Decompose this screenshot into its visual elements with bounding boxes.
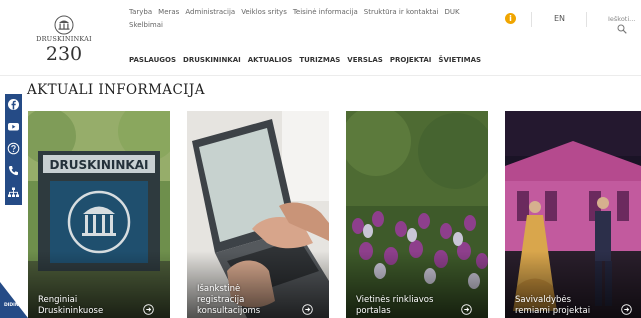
corner-label[interactable]: DIDINTI	[4, 303, 23, 308]
toplink-administracija[interactable]: Administracija	[185, 8, 235, 16]
nav-aktualios[interactable]: AKTUALIOS	[248, 56, 293, 64]
card-events-image: DRUSKININKAI	[28, 111, 170, 318]
toplink-veiklos-sritys[interactable]: Veiklos sritys	[241, 8, 287, 16]
card-registration[interactable]: Išankstinė registracija konsultacijoms	[187, 111, 329, 318]
section-title: AKTUALI INFORMACIJA	[27, 82, 205, 98]
card-local-fee-image	[346, 111, 488, 318]
nav-projektai[interactable]: PROJEKTAI	[390, 56, 432, 64]
toplink-teisine-informacija[interactable]: Teisinė informacija	[293, 8, 358, 16]
nav-druskininkai[interactable]: DRUSKININKAI	[183, 56, 241, 64]
card-local-fee[interactable]: Vietinės rinkliavos portalas	[346, 111, 488, 318]
language-switch[interactable]: EN	[554, 14, 565, 23]
phone-icon[interactable]	[7, 164, 20, 177]
question-icon[interactable]	[7, 142, 20, 155]
nav-svietimas[interactable]: ŠVIETIMAS	[438, 56, 481, 64]
search-icon[interactable]	[617, 24, 627, 34]
info-icon[interactable]: i	[505, 13, 516, 24]
site-logo[interactable]: DRUSKININKAI 230	[30, 12, 98, 67]
toplink-taryba[interactable]: Taryba	[129, 8, 152, 16]
card-title: Savivaldybės remiami projektai	[515, 295, 591, 316]
arrow-right-circle-icon[interactable]	[621, 304, 632, 315]
svg-text:DRUSKININKAI: DRUSKININKAI	[50, 158, 149, 172]
social-sidebar	[5, 94, 22, 205]
top-links: Taryba Meras Administracija Veiklos sritys T…	[129, 6, 474, 32]
nav-turizmas[interactable]: TURIZMAS	[299, 56, 340, 64]
nav-verslas[interactable]: VERSLAS	[347, 56, 383, 64]
toplink-duk[interactable]: DUK	[445, 8, 460, 16]
search-label[interactable]: Ieškoti...	[608, 15, 635, 23]
toplink-meras[interactable]: Meras	[158, 8, 179, 16]
page: DRUSKININKAI 230 Taryba Meras Administraci…	[0, 0, 641, 318]
card-projects-image	[505, 111, 641, 318]
toplink-skelbimai[interactable]: Skelbimai	[129, 21, 163, 29]
card-events[interactable]: DRUSKININKAI Renginiai Druskininkuose	[28, 111, 170, 318]
sitemap-icon[interactable]	[7, 186, 20, 199]
card-title: Išankstinė registracija konsultacijoms	[197, 284, 261, 316]
header-divider	[531, 12, 532, 27]
toplink-struktura[interactable]: Struktūra ir kontaktai	[364, 8, 439, 16]
logo-number: 230	[45, 43, 83, 65]
facebook-icon[interactable]	[7, 98, 20, 111]
arrow-right-circle-icon[interactable]	[461, 304, 472, 315]
nav-paslaugos[interactable]: PASLAUGOS	[129, 56, 176, 64]
pavilion-logo-icon	[54, 15, 74, 35]
header-divider	[586, 12, 587, 27]
accessibility-corner-icon[interactable]	[0, 282, 28, 318]
arrow-right-circle-icon[interactable]	[302, 304, 313, 315]
card-title: Vietinės rinkliavos portalas	[356, 295, 434, 316]
arrow-right-circle-icon[interactable]	[143, 304, 154, 315]
nav-divider	[0, 75, 641, 76]
youtube-icon[interactable]	[7, 120, 20, 133]
main-nav: PASLAUGOS DRUSKININKAI AKTUALIOS TURIZMAS VE…	[129, 56, 488, 66]
logo-name: DRUSKININKAI	[36, 35, 92, 43]
card-projects[interactable]: Savivaldybės remiami projektai	[505, 111, 641, 318]
card-title: Renginiai Druskininkuose	[38, 295, 104, 316]
